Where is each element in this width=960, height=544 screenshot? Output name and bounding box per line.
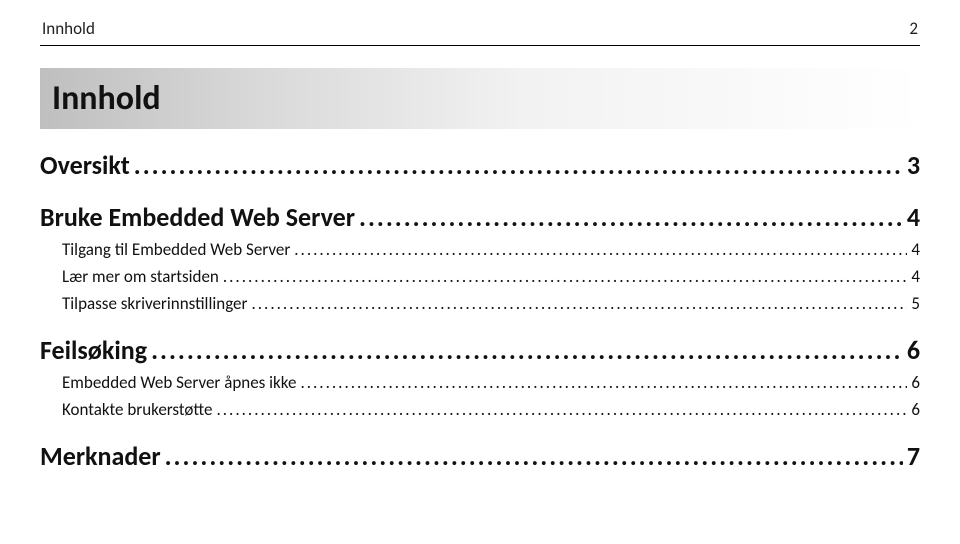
toc-entry-oversikt[interactable]: Oversikt 3: [40, 149, 920, 181]
running-page-number: 2: [909, 18, 918, 39]
toc-entry-laer-mer-om-startsiden[interactable]: Lær mer om startsiden 4: [40, 266, 920, 287]
toc-entry-embedded-web-server-apnes-ikke[interactable]: Embedded Web Server åpnes ikke 6: [40, 372, 920, 393]
toc-entry-bruke-embedded-web-server[interactable]: Bruke Embedded Web Server 4: [40, 201, 920, 233]
toc-leader: [151, 334, 903, 366]
toc-label: Tilpasse skriverinnstillinger: [62, 293, 247, 314]
toc-entry-tilpasse-skriverinnstillinger[interactable]: Tilpasse skriverinnstillinger 5: [40, 293, 920, 314]
header-rule: [40, 45, 920, 46]
toc-label: Lær mer om startsiden: [62, 266, 219, 287]
toc-page: 4: [907, 201, 920, 233]
toc-entry-merknader[interactable]: Merknader 7: [40, 440, 920, 472]
toc-entry-kontakte-brukerstotte[interactable]: Kontakte brukerstøtte 6: [40, 399, 920, 420]
toc-leader: [165, 440, 903, 472]
toc-leader: [294, 239, 907, 260]
toc-page: 4: [911, 266, 920, 287]
toc-page: 6: [911, 372, 920, 393]
toc-leader: [223, 266, 908, 287]
document-page: Innhold 2 Innhold Oversikt 3 Bruke Embed…: [0, 0, 960, 544]
toc-page: 6: [911, 399, 920, 420]
table-of-contents: Oversikt 3 Bruke Embedded Web Server 4 T…: [40, 149, 920, 472]
toc-leader: [134, 149, 903, 181]
running-header: Innhold 2: [40, 18, 920, 43]
toc-page: 6: [907, 334, 920, 366]
toc-label: Feilsøking: [40, 334, 147, 366]
toc-page: 5: [911, 293, 920, 314]
toc-page: 7: [907, 440, 920, 472]
toc-label: Tilgang til Embedded Web Server: [62, 239, 290, 260]
page-title: Innhold: [40, 68, 920, 129]
toc-leader: [216, 399, 907, 420]
toc-label: Kontakte brukerstøtte: [62, 399, 212, 420]
toc-label: Bruke Embedded Web Server: [40, 201, 355, 233]
toc-label: Oversikt: [40, 149, 130, 181]
toc-leader: [251, 293, 907, 314]
toc-entry-feilsoking[interactable]: Feilsøking 6: [40, 334, 920, 366]
toc-label: Merknader: [40, 440, 161, 472]
toc-leader: [359, 201, 903, 233]
toc-leader: [300, 372, 907, 393]
running-title: Innhold: [42, 18, 95, 39]
toc-label: Embedded Web Server åpnes ikke: [62, 372, 296, 393]
toc-page: 3: [907, 149, 920, 181]
toc-page: 4: [911, 239, 920, 260]
toc-entry-tilgang-til-embedded-web-server[interactable]: Tilgang til Embedded Web Server 4: [40, 239, 920, 260]
